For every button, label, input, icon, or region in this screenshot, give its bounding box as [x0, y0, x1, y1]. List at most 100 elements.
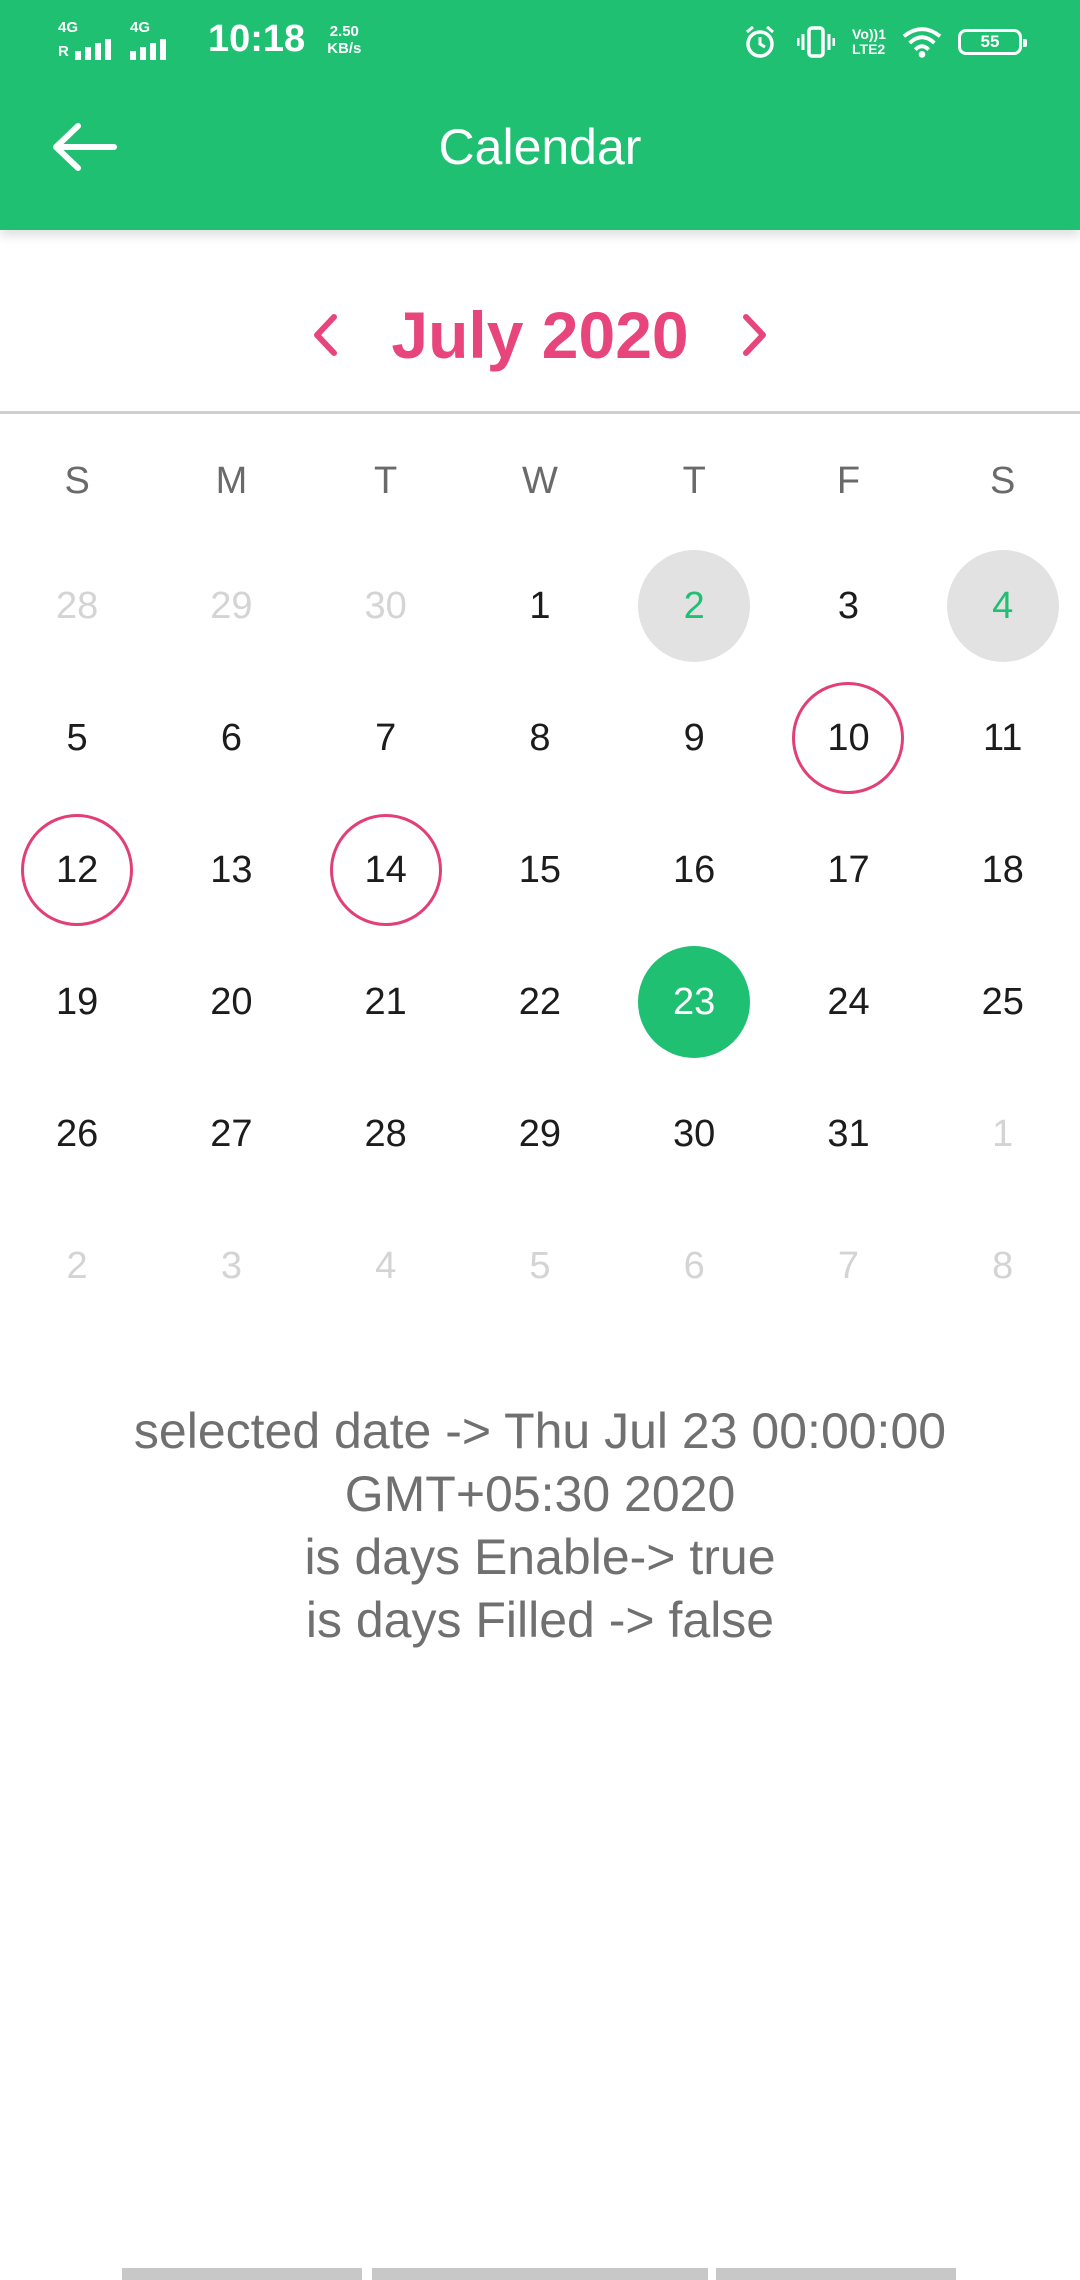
calendar-day-normal[interactable]: 5 — [0, 672, 154, 804]
calendar-day-number: 4 — [946, 550, 1059, 662]
calendar-day-normal[interactable]: 28 — [309, 1068, 463, 1200]
info-line-timezone: GMT+05:30 2020 — [344, 1466, 736, 1522]
volte-line2: LTE2 — [852, 41, 886, 57]
previous-month-button[interactable] — [300, 300, 350, 370]
calendar-day-other: 6 — [617, 1200, 771, 1332]
calendar-grid: 28 29 30 1 2 3 4 5 6 7 8 9 10 11 12 13 14 15 16 17 18 19 20 21 2… — [0, 540, 1080, 1332]
weekday-label: T — [374, 460, 398, 502]
calendar-day-number: 5 — [529, 1244, 551, 1287]
calendar-day-event[interactable]: 12 — [0, 804, 154, 936]
calendar-day-normal[interactable]: 15 — [463, 804, 617, 936]
weekday-header: S M T W T F S — [0, 448, 1080, 514]
calendar-day-normal[interactable]: 16 — [617, 804, 771, 936]
speed-value: 2.50 — [329, 22, 359, 40]
calendar-day-normal[interactable]: 17 — [771, 804, 925, 936]
calendar-day-number: 16 — [673, 848, 716, 891]
weekday-label: M — [215, 460, 248, 502]
calendar-day-normal[interactable]: 11 — [926, 672, 1080, 804]
calendar-day-normal[interactable]: 29 — [463, 1068, 617, 1200]
sim1-network-tag: 4G — [58, 18, 79, 36]
calendar-day-normal[interactable]: 21 — [309, 936, 463, 1068]
calendar-day-number: 2 — [638, 550, 751, 662]
calendar-week-row: 5 6 7 8 9 10 11 — [0, 672, 1080, 804]
calendar-day-normal[interactable]: 18 — [926, 804, 1080, 936]
calendar-day-normal[interactable]: 27 — [154, 1068, 308, 1200]
calendar-day-number: 30 — [364, 584, 407, 627]
calendar-day-number: 8 — [529, 716, 551, 759]
calendar-day-other: 7 — [771, 1200, 925, 1332]
info-line-days-enable: is days Enable-> true — [304, 1529, 776, 1585]
calendar-day-normal[interactable]: 25 — [926, 936, 1080, 1068]
calendar-day-number: 27 — [210, 1112, 253, 1155]
calendar-day-normal[interactable]: 22 — [463, 936, 617, 1068]
calendar-day-number: 17 — [827, 848, 870, 891]
calendar-day-number: 4 — [375, 1244, 397, 1287]
calendar-day-number: 15 — [518, 848, 562, 891]
calendar-day-number: 3 — [220, 1244, 242, 1287]
calendar-day-other: 28 — [0, 540, 154, 672]
calendar-day-number: 31 — [827, 1112, 870, 1155]
calendar-day-number: 3 — [837, 584, 860, 627]
vibrate-icon — [796, 22, 836, 62]
sim2-network-tag: 4G — [130, 18, 151, 36]
calendar-day-normal[interactable]: 13 — [154, 804, 308, 936]
calendar-week-row: 2 3 4 5 6 7 8 — [0, 1200, 1080, 1332]
calendar-week-row: 19 20 21 22 23 24 25 — [0, 936, 1080, 1068]
calendar-day-selected[interactable]: 23 — [617, 936, 771, 1068]
nav-hint-right — [716, 2268, 956, 2280]
calendar-day-normal[interactable]: 8 — [463, 672, 617, 804]
calendar-day-number: 11 — [982, 716, 1023, 759]
calendar-day-normal[interactable]: 31 — [771, 1068, 925, 1200]
sim1-signal-icon: 4G R — [58, 20, 116, 60]
calendar-day-number: 28 — [364, 1112, 407, 1155]
calendar-day-normal[interactable]: 7 — [309, 672, 463, 804]
calendar-day-other: 2 — [0, 1200, 154, 1332]
header-divider — [0, 411, 1080, 414]
calendar-day-number: 8 — [992, 1244, 1014, 1287]
calendar-day-normal[interactable]: 19 — [0, 936, 154, 1068]
calendar-day-other: 30 — [309, 540, 463, 672]
calendar-day-number: 7 — [837, 1244, 860, 1287]
calendar-day-normal[interactable]: 30 — [617, 1068, 771, 1200]
selection-info: selected date -> Thu Jul 23 00:00:00 GMT… — [0, 1400, 1080, 1652]
chevron-left-icon — [314, 314, 337, 356]
calendar-day-disabled[interactable]: 2 — [617, 540, 771, 672]
calendar-day-other: 4 — [309, 1200, 463, 1332]
calendar-day-number: 1 — [529, 584, 551, 627]
volte-indicator: Vo))1 LTE2 — [852, 27, 886, 57]
calendar-day-number: 29 — [210, 584, 253, 627]
calendar-day-normal[interactable]: 26 — [0, 1068, 154, 1200]
calendar-week-row: 28 29 30 1 2 3 4 — [0, 540, 1080, 672]
calendar-day-number: 6 — [683, 1244, 705, 1287]
calendar-day-number: 12 — [21, 814, 134, 926]
calendar-day-other: 1 — [926, 1068, 1080, 1200]
calendar-day-normal[interactable]: 1 — [463, 540, 617, 672]
battery-icon: 55 — [958, 29, 1027, 55]
calendar-week-row: 26 27 28 29 30 31 1 — [0, 1068, 1080, 1200]
app-header: 4G R 4G 10:18 2.50 KB/s Vo))1 LTE2 55 Ca… — [0, 0, 1080, 230]
page-title: Calendar — [438, 119, 642, 175]
calendar-day-normal[interactable]: 20 — [154, 936, 308, 1068]
month-year-label: July 2020 — [391, 298, 689, 372]
info-line-days-filled: is days Filled -> false — [305, 1592, 775, 1648]
calendar-day-number: 28 — [55, 584, 99, 627]
calendar-day-event[interactable]: 10 — [771, 672, 925, 804]
calendar-day-number: 24 — [827, 980, 870, 1023]
calendar-day-normal[interactable]: 6 — [154, 672, 308, 804]
next-month-button[interactable] — [730, 300, 780, 370]
calendar-day-normal[interactable]: 3 — [771, 540, 925, 672]
battery-level: 55 — [980, 32, 1000, 51]
calendar-day-number: 6 — [220, 716, 242, 759]
calendar-day-number: 23 — [638, 946, 751, 1058]
weekday-label: S — [990, 460, 1016, 502]
speed-unit: KB/s — [327, 39, 362, 57]
nav-hint-center — [372, 2268, 708, 2280]
status-time: 10:18 — [208, 18, 306, 60]
weekday-label: W — [521, 460, 558, 502]
calendar-day-normal[interactable]: 9 — [617, 672, 771, 804]
calendar-day-other: 5 — [463, 1200, 617, 1332]
calendar-day-number: 1 — [992, 1112, 1014, 1155]
calendar-day-disabled[interactable]: 4 — [926, 540, 1080, 672]
calendar-day-event[interactable]: 14 — [309, 804, 463, 936]
calendar-day-normal[interactable]: 24 — [771, 936, 925, 1068]
